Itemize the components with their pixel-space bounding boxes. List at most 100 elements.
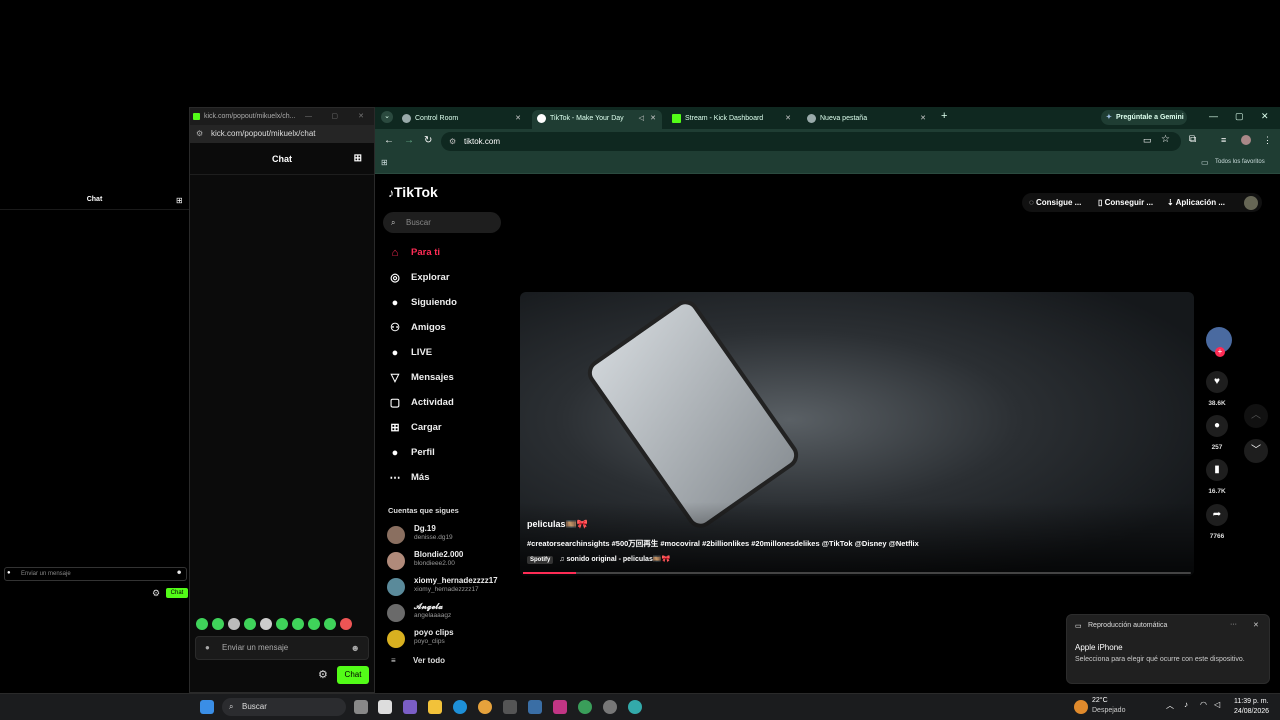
site-info-icon[interactable]: ⚙ — [196, 125, 203, 143]
close-window-icon[interactable]: ✕ — [1261, 111, 1269, 122]
app-icon[interactable] — [503, 700, 517, 714]
search-input[interactable]: ⌕ Buscar — [383, 212, 501, 233]
media-icon[interactable]: ≡ — [1221, 135, 1226, 145]
emote-icon[interactable] — [228, 618, 240, 630]
tab-new-tab[interactable]: Nueva pestaña ✕ — [802, 110, 932, 129]
see-all-link[interactable]: ≡ Ver todo — [391, 656, 445, 665]
emote-icon[interactable] — [244, 618, 256, 630]
tab-control-room[interactable]: Control Room ✕ — [397, 110, 527, 129]
nav-item-para-ti[interactable]: ⌂ Para ti — [387, 244, 440, 262]
settings-icon[interactable]: ⚙ — [318, 668, 328, 681]
nav-item-explorar[interactable]: ◎ Explorar — [387, 269, 449, 287]
nav-item-siguiendo[interactable]: ● Siguiendo — [387, 294, 457, 312]
taskbar-search[interactable]: ⌕ Buscar — [222, 698, 346, 716]
emote-icon[interactable] — [324, 618, 336, 630]
chat-send-button[interactable]: Chat — [337, 666, 369, 684]
profile-avatar-icon[interactable] — [1241, 135, 1251, 145]
close-tab-icon[interactable]: ✕ — [515, 110, 521, 127]
video-player[interactable]: peliculas🎞️🎀 #creatorsearchinsights #500… — [520, 292, 1194, 576]
instagram-icon[interactable] — [553, 700, 567, 714]
emote-icon[interactable] — [212, 618, 224, 630]
task-view-icon[interactable] — [354, 700, 368, 714]
download-app-button[interactable]: ⇣ Aplicación ... — [1167, 193, 1225, 212]
close-tab-icon[interactable]: ✕ — [785, 110, 791, 127]
app-icon[interactable] — [628, 700, 642, 714]
heart-icon[interactable]: ♥ — [1206, 371, 1228, 393]
bookmark-icon[interactable]: ▮ — [1206, 459, 1228, 481]
follow-plus-icon[interactable]: + — [1215, 347, 1225, 357]
progress-track[interactable] — [523, 572, 1191, 574]
volume-icon[interactable]: ◁ — [1214, 700, 1220, 709]
clock-time[interactable]: 11:39 p. m. — [1234, 698, 1269, 705]
emote-icon[interactable] — [260, 618, 272, 630]
gift-icon[interactable]: ⊞ — [176, 196, 183, 205]
chat-send-button[interactable]: Chat — [166, 588, 188, 598]
nav-item-m-s[interactable]: ⋯ Más — [387, 469, 430, 487]
close-icon[interactable]: ✕ — [358, 108, 364, 125]
nav-item-amigos[interactable]: ⚇ Amigos — [387, 319, 446, 337]
get-app-button[interactable]: ▯ Conseguir ... — [1098, 193, 1153, 212]
autoplay-notification[interactable]: ▭ Reproducción automática ··· ✕ Apple iP… — [1066, 614, 1270, 684]
bookmark-star-icon[interactable]: ☆ — [1161, 134, 1170, 145]
nav-item-live[interactable]: ● LIVE — [387, 344, 432, 362]
install-app-icon[interactable]: ▭ — [1143, 135, 1152, 146]
microphone-icon[interactable]: ♪ — [1184, 700, 1188, 709]
chat-input[interactable]: ● Enviar un mensaje ☻ — [195, 636, 369, 660]
emote-icon[interactable] — [292, 618, 304, 630]
forward-icon[interactable]: → — [404, 135, 414, 146]
video-author[interactable]: peliculas🎞️🎀 — [527, 519, 588, 530]
minimize-icon[interactable]: — — [1209, 111, 1218, 121]
close-tab-icon[interactable]: ✕ — [920, 110, 926, 127]
new-tab-icon[interactable]: + — [941, 110, 947, 122]
apps-icon[interactable]: ⊞ — [381, 158, 388, 167]
chrome-icon[interactable] — [478, 700, 492, 714]
get-coins-button[interactable]: ◌ Consigue ... — [1029, 193, 1081, 212]
maximize-icon[interactable]: ▢ — [331, 108, 338, 125]
tab-kick-dashboard[interactable]: Stream - Kick Dashboard ✕ — [667, 110, 797, 129]
edge-icon[interactable] — [453, 700, 467, 714]
chrome-icon[interactable] — [578, 700, 592, 714]
emote-icon[interactable] — [340, 618, 352, 630]
comment-icon[interactable]: ● — [1206, 415, 1228, 437]
all-bookmarks-link[interactable]: Todos los favoritos — [1215, 159, 1265, 165]
windows-start-icon[interactable] — [200, 700, 214, 714]
tab-search-icon[interactable]: ⌄ — [381, 111, 393, 123]
tab-tiktok[interactable]: TikTok - Make Your Day ◁ ✕ — [532, 110, 662, 129]
emote-icon[interactable] — [276, 618, 288, 630]
emoji-icon[interactable]: ☻ — [351, 637, 360, 659]
nav-item-cargar[interactable]: ⊞ Cargar — [387, 419, 441, 437]
store-icon[interactable] — [378, 700, 392, 714]
next-video-icon[interactable]: ﹀ — [1244, 439, 1268, 463]
close-tab-icon[interactable]: ✕ — [650, 110, 656, 127]
wifi-icon[interactable]: ◠ — [1200, 700, 1207, 709]
tiktok-logo[interactable]: ♪TikTok — [388, 184, 438, 200]
extensions-icon[interactable]: ⧉ — [1189, 134, 1196, 145]
minimize-icon[interactable]: — — [305, 108, 312, 125]
nav-item-actividad[interactable]: ▢ Actividad — [387, 394, 454, 412]
clock-date[interactable]: 24/08/2026 — [1234, 708, 1269, 715]
emoji-icon[interactable]: ☻ — [176, 570, 182, 576]
nav-item-perfil[interactable]: ● Perfil — [387, 444, 435, 462]
audio-icon[interactable]: ◁ — [639, 110, 644, 127]
video-sound-row[interactable]: Spotify ♫ sonido original - peliculas🎞️🎀 — [527, 555, 670, 564]
address-field[interactable]: ⚙ tiktok.com — [441, 132, 1181, 151]
more-options-icon[interactable]: ··· — [1230, 621, 1237, 628]
popout-url-bar[interactable]: ⚙ kick.com/popout/mikuelx/chat — [190, 125, 374, 143]
site-info-icon[interactable]: ⚙ — [449, 132, 456, 151]
steam-icon[interactable] — [528, 700, 542, 714]
maximize-icon[interactable]: ▢ — [1235, 111, 1244, 122]
obs-icon[interactable] — [603, 700, 617, 714]
file-explorer-icon[interactable] — [428, 700, 442, 714]
app-icon[interactable] — [403, 700, 417, 714]
tray-chevron-icon[interactable]: ︿ — [1166, 700, 1174, 711]
gemini-button[interactable]: ✦ Pregúntale a Gemini — [1101, 110, 1187, 125]
weather-temp[interactable]: 22°C — [1092, 697, 1108, 704]
menu-icon[interactable]: ⋮ — [1263, 135, 1272, 146]
avatar[interactable] — [1244, 196, 1258, 210]
back-icon[interactable]: ← — [384, 135, 394, 146]
spotify-tag[interactable]: Spotify — [527, 556, 554, 564]
chat-input[interactable]: Enviar un mensaje — [4, 567, 187, 581]
settings-icon[interactable]: ⚙ — [152, 588, 160, 599]
share-icon[interactable]: ➦ — [1206, 504, 1228, 526]
reload-icon[interactable]: ↻ — [424, 135, 432, 146]
